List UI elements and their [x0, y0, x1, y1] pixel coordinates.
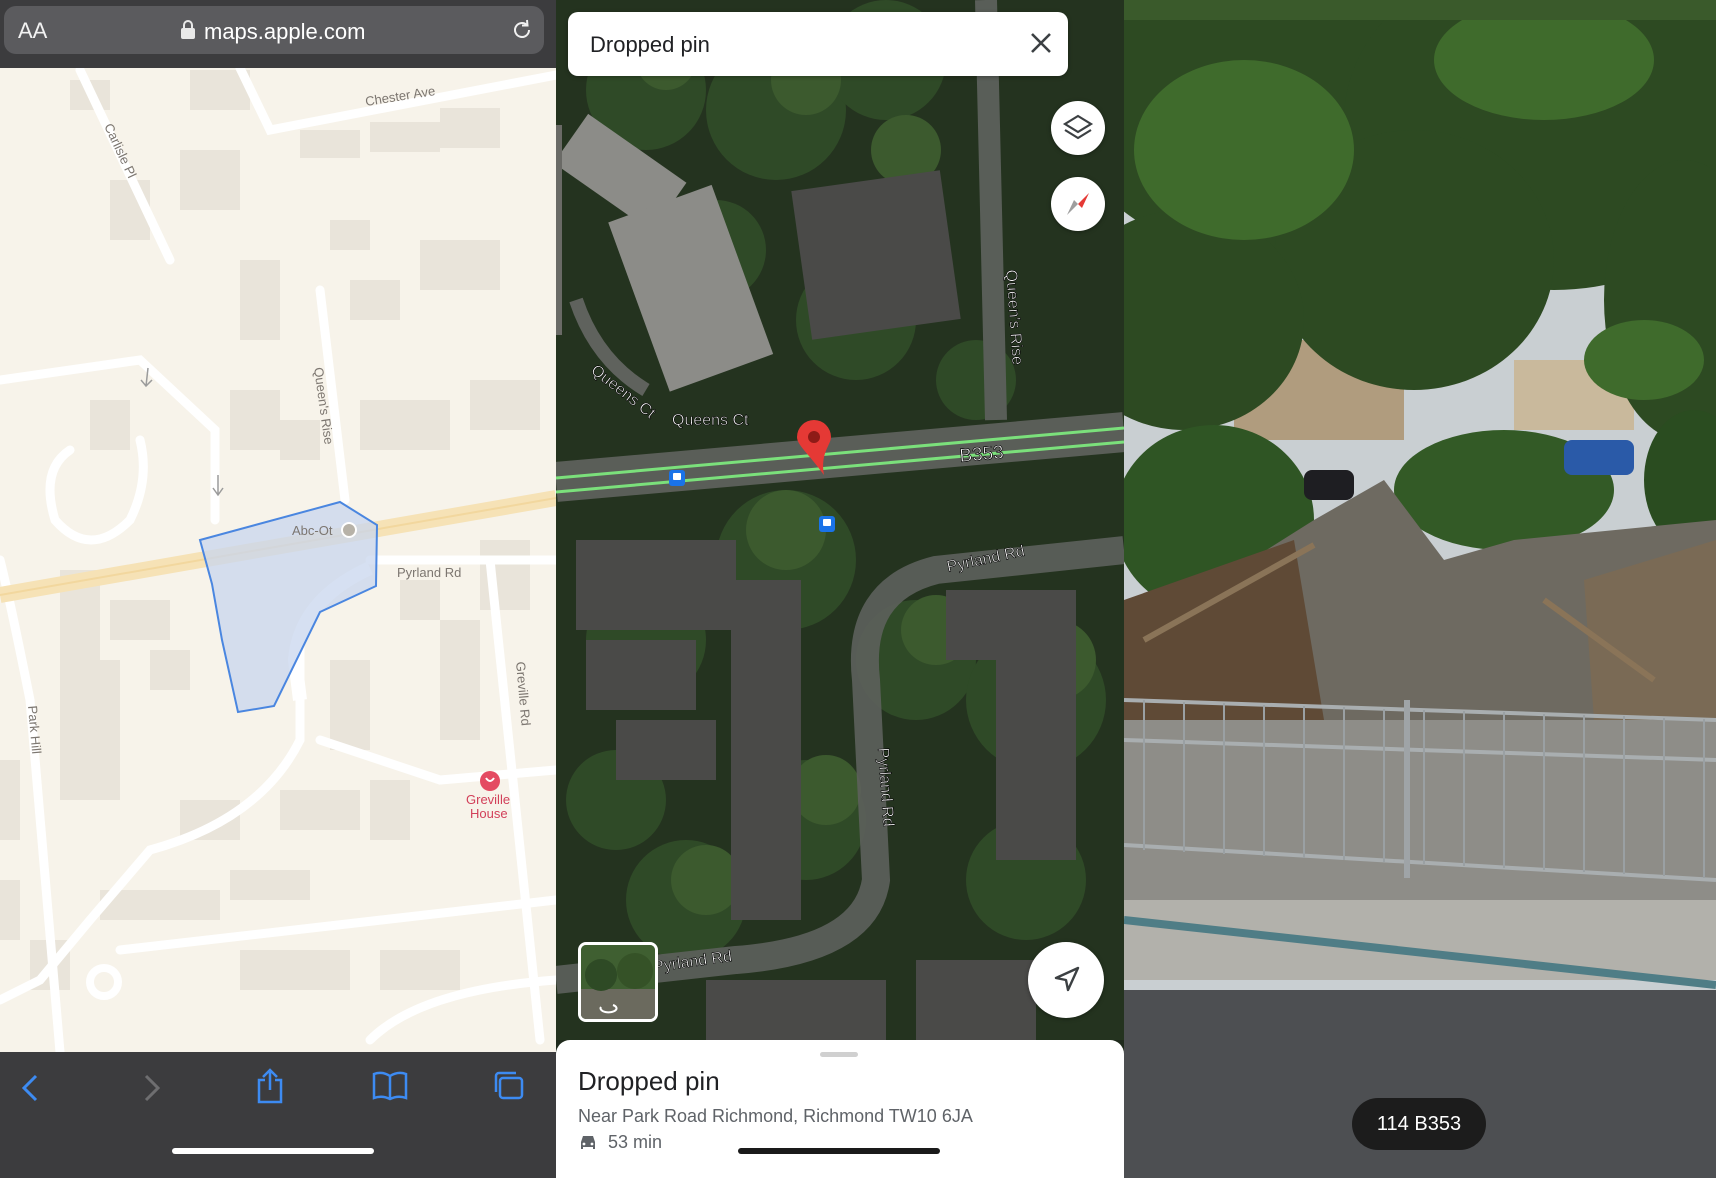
- sheet-grab-handle[interactable]: [820, 1052, 858, 1057]
- place-bottom-sheet[interactable]: Dropped pin Near Park Road Richmond, Ric…: [556, 1040, 1124, 1178]
- apple-map-canvas[interactable]: Chester Ave Carlisle Pl Queen's Rise Pyr…: [0, 63, 556, 1057]
- street-view-panel[interactable]: 114 B353: [1124, 0, 1716, 1178]
- forward-icon[interactable]: [140, 1072, 164, 1109]
- home-indicator: [738, 1148, 940, 1154]
- bookmarks-icon[interactable]: [372, 1070, 408, 1107]
- text-size-button[interactable]: AA: [18, 18, 47, 44]
- url-text: maps.apple.com: [204, 19, 366, 44]
- satellite-map-canvas[interactable]: Queens Ct Queens Ct Queen's Rise B353 Py…: [556, 0, 1124, 1040]
- share-icon[interactable]: [255, 1068, 285, 1109]
- search-card-title: Dropped pin: [590, 32, 710, 57]
- place-address: Near Park Road Richmond, Richmond TW10 6…: [578, 1106, 973, 1126]
- map-label-road: B353: [959, 442, 1005, 467]
- compass-button[interactable]: [1051, 177, 1105, 231]
- drive-duration: 53 min: [608, 1132, 663, 1152]
- reload-icon[interactable]: [510, 18, 534, 47]
- tabs-icon[interactable]: [492, 1070, 526, 1107]
- street-view-thumbnail[interactable]: [578, 942, 658, 1022]
- layers-button[interactable]: [1051, 101, 1105, 155]
- address-bar[interactable]: AA maps.apple.com: [4, 6, 544, 54]
- bus-stop-icon[interactable]: [819, 516, 835, 532]
- poi-label-greville-2: House: [470, 806, 508, 821]
- apple-maps-panel: AA maps.apple.com Chester Ave Carlisle P…: [0, 0, 556, 1178]
- place-search-card[interactable]: Dropped pin: [568, 12, 1068, 76]
- map-label-queens-ct-b: Queens Ct: [672, 412, 749, 429]
- my-location-button[interactable]: [1028, 942, 1104, 1018]
- poi-label-abc: Abc-Ot: [292, 523, 333, 538]
- home-indicator: [172, 1148, 374, 1154]
- car-icon: [578, 1134, 598, 1157]
- lock-icon: [180, 20, 196, 45]
- place-title: Dropped pin: [578, 1066, 720, 1096]
- compass-icon: [1067, 193, 1089, 215]
- poi-label-greville-1: Greville: [466, 792, 510, 807]
- close-icon[interactable]: [1028, 30, 1054, 61]
- street-view-image[interactable]: [1124, 0, 1716, 1178]
- layers-icon: [1062, 114, 1094, 140]
- safari-toolbar: [0, 1052, 556, 1178]
- bus-stop-icon[interactable]: [669, 470, 685, 486]
- street-label-pyrland: Pyrland Rd: [397, 565, 461, 580]
- back-icon[interactable]: [18, 1072, 42, 1109]
- navigation-arrow-icon: [1054, 966, 1080, 992]
- safari-address-bar-area: AA maps.apple.com: [0, 0, 556, 68]
- street-view-address-pill: 114 B353: [1352, 1098, 1486, 1150]
- google-maps-panel: Queens Ct Queens Ct Queen's Rise B353 Py…: [556, 0, 1124, 1178]
